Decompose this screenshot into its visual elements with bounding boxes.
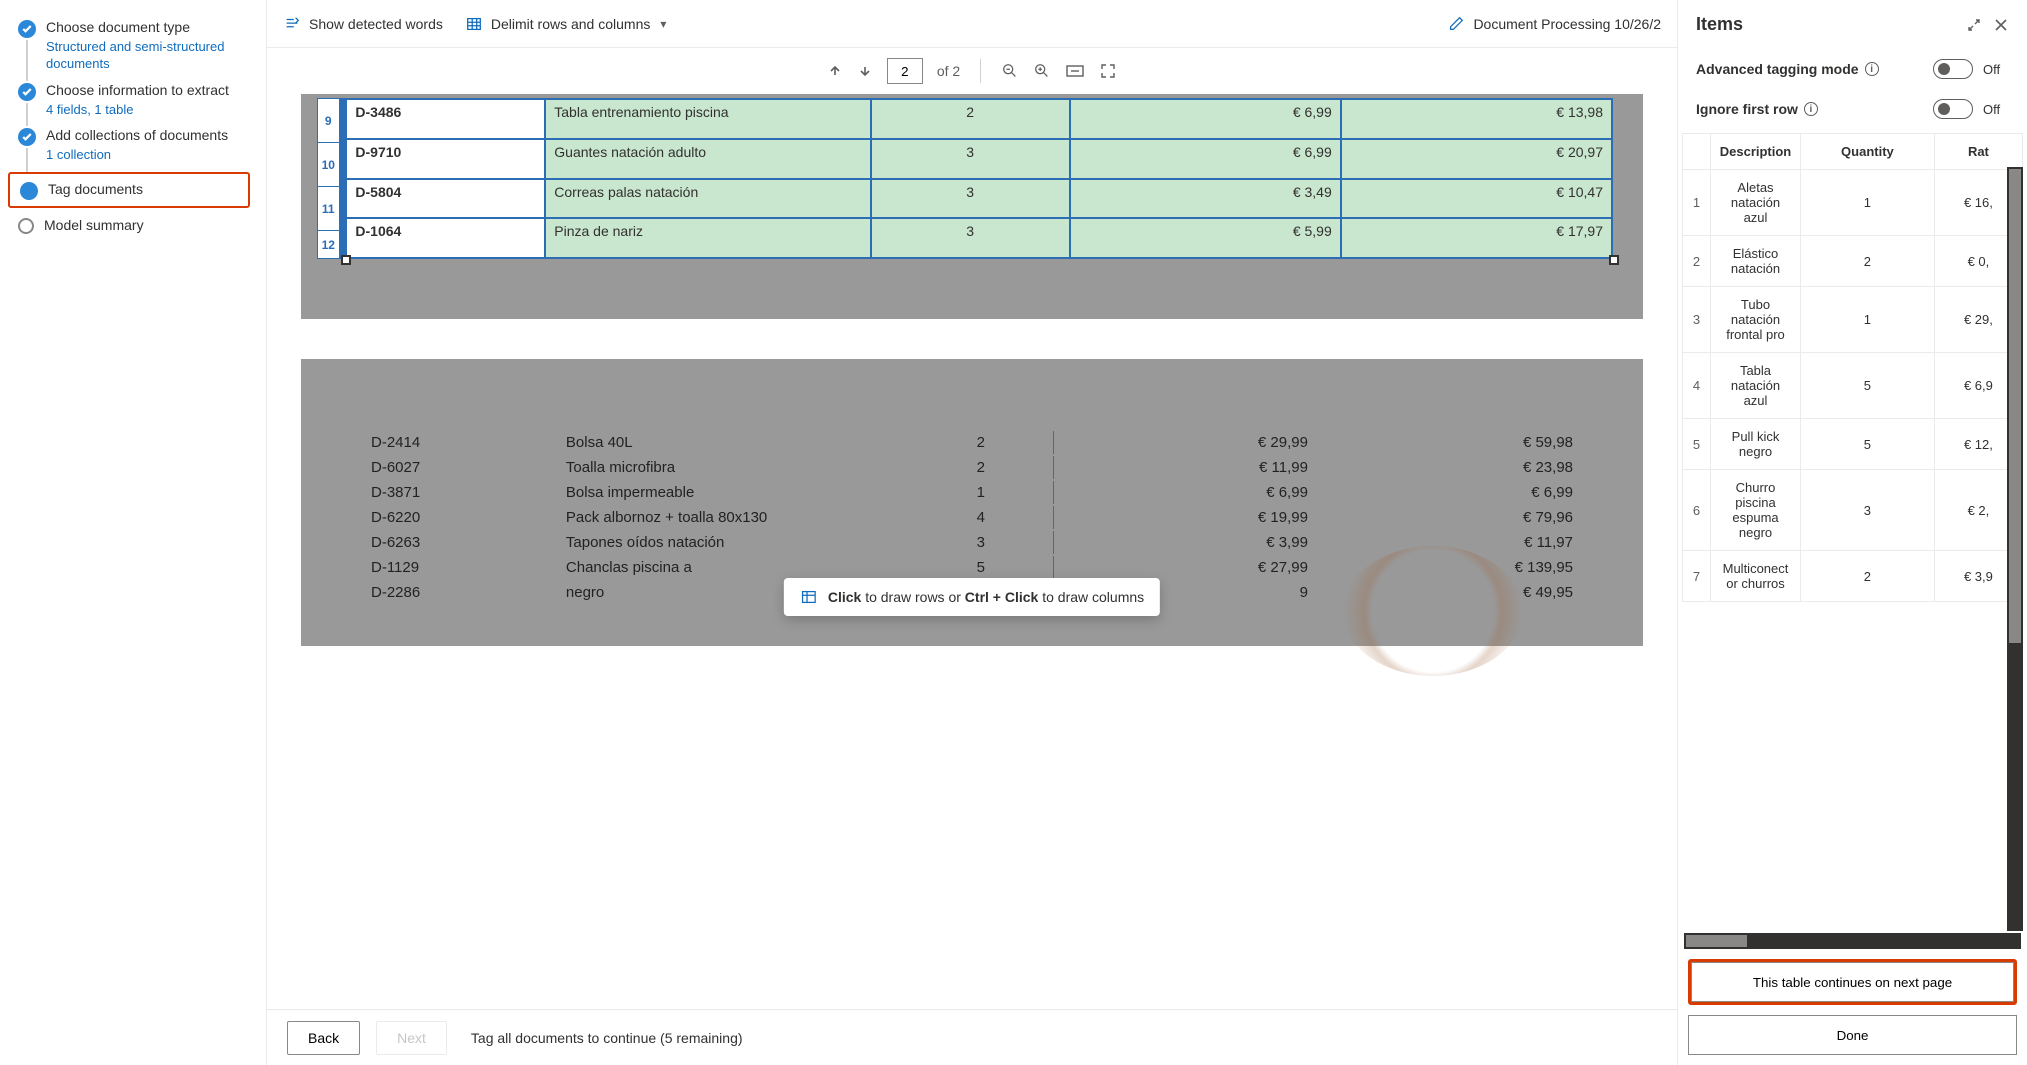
future-step-icon [18, 218, 34, 234]
table-row[interactable]: D-5804 Correas palas natación 3 € 3,49 €… [346, 179, 1612, 219]
ignore-first-row-toggle[interactable] [1933, 99, 1973, 119]
table-row[interactable]: D-2414 Bolsa 40L 2 € 29,99 € 59,98 [363, 431, 1581, 454]
table-row[interactable]: 3Tubo natación frontal pro1€ 29, [1683, 287, 2023, 353]
col-rate[interactable]: Rat [1934, 134, 2022, 170]
wizard-step-2-sub: 4 fields, 1 table [46, 102, 229, 119]
tagged-table[interactable]: D-3486 Tabla entrenamiento piscina 2 € 6… [345, 98, 1613, 259]
center-panel: Show detected words Delimit rows and col… [266, 0, 1677, 1065]
wizard-step-5-title: Model summary [44, 216, 144, 235]
table-icon [465, 15, 483, 33]
table-continues-button[interactable]: This table continues on next page [1691, 962, 2014, 1002]
page-down-button[interactable] [857, 63, 873, 79]
table-row[interactable]: D-3871 Bolsa impermeable 1 € 6,99 € 6,99 [363, 481, 1581, 504]
resize-handle-br[interactable] [1609, 255, 1619, 265]
info-icon[interactable]: i [1865, 62, 1879, 76]
vertical-scrollbar[interactable] [2007, 167, 2023, 931]
page-of-label: of 2 [937, 63, 960, 79]
show-detected-words-button[interactable]: Show detected words [283, 15, 443, 33]
wizard-step-1-title: Choose document type [46, 18, 256, 37]
ignore-first-row-toggle-row: Ignore first rowi Off [1678, 89, 2027, 129]
drawing-hint-tooltip: Click to draw rows or Ctrl + Click to dr… [784, 578, 1160, 616]
toolbar: Show detected words Delimit rows and col… [267, 0, 1677, 48]
row-number: 9 [318, 99, 340, 143]
back-button[interactable]: Back [287, 1021, 360, 1055]
right-panel-title: Items [1696, 14, 1955, 35]
check-icon [18, 20, 36, 38]
app-root: Choose document type Structured and semi… [0, 0, 2027, 1065]
table-row[interactable]: D-9710 Guantes natación adulto 3 € 6,99 … [346, 139, 1612, 179]
table-row[interactable]: D-6027 Toalla microfibra 2 € 11,99 € 23,… [363, 456, 1581, 479]
close-icon[interactable] [1993, 17, 2009, 33]
document-name-edit[interactable]: Document Processing 10/26/2 [1447, 15, 1661, 33]
row-number: 12 [318, 231, 340, 259]
wizard-step-2[interactable]: Choose information to extract 4 fields, … [18, 81, 256, 119]
wizard-step-3-sub: 1 collection [46, 147, 228, 164]
horizontal-scrollbar[interactable] [1684, 933, 2021, 949]
wizard-step-2-title: Choose information to extract [46, 81, 229, 100]
current-step-icon [20, 182, 38, 200]
check-icon [18, 83, 36, 101]
page-number-input[interactable] [887, 58, 923, 84]
col-quantity[interactable]: Quantity [1801, 134, 1935, 170]
zoom-out-button[interactable] [1001, 62, 1019, 80]
chevron-down-icon: ▾ [660, 17, 666, 31]
wizard-sidebar: Choose document type Structured and semi… [0, 0, 266, 1065]
pencil-icon [1447, 15, 1465, 33]
table-row[interactable]: 2Elástico natación2€ 0, [1683, 236, 2023, 287]
items-table-wrap: Description Quantity Rat 1Aletas natació… [1682, 133, 2023, 949]
continue-next-page-highlight: This table continues on next page [1688, 959, 2017, 1005]
expand-icon[interactable] [1965, 16, 1983, 34]
table-row[interactable]: 1Aletas natación azul1€ 16, [1683, 170, 2023, 236]
table-row[interactable]: D-1064 Pinza de nariz 3 € 5,99 € 17,97 [346, 218, 1612, 258]
wizard-step-5[interactable]: Model summary [18, 216, 256, 235]
advanced-tagging-toggle-row: Advanced tagging modei Off [1678, 49, 2027, 89]
row-number: 11 [318, 187, 340, 231]
coffee-stain-decoration [1343, 546, 1523, 676]
table-row[interactable]: D-6220 Pack albornoz + toalla 80x130 4 €… [363, 506, 1581, 529]
pager: of 2 [267, 48, 1677, 94]
bottom-bar: Back Next Tag all documents to continue … [267, 1009, 1677, 1065]
items-table-scroll[interactable]: Description Quantity Rat 1Aletas natació… [1682, 133, 2023, 931]
table-row[interactable]: 6Churro piscina espuma negro3€ 2, [1683, 470, 2023, 551]
wizard-step-3-title: Add collections of documents [46, 126, 228, 145]
table-draw-icon [800, 588, 818, 606]
row-number-column: 9101112 [317, 98, 340, 259]
resize-handle-bl[interactable] [341, 255, 351, 265]
right-panel-header: Items [1678, 0, 2027, 49]
bottom-bar-message: Tag all documents to continue (5 remaini… [471, 1030, 743, 1046]
delimit-rows-columns-button[interactable]: Delimit rows and columns ▾ [465, 15, 667, 33]
row-number: 10 [318, 143, 340, 187]
wizard-step-4[interactable]: Tag documents [8, 172, 250, 208]
col-description[interactable]: Description [1711, 134, 1801, 170]
next-button: Next [376, 1021, 447, 1055]
wizard-step-4-title: Tag documents [48, 180, 143, 199]
page-1: 9101112 D-3486 Tabla entrenamiento pisci… [301, 94, 1643, 319]
wizard-step-3[interactable]: Add collections of documents 1 collectio… [18, 126, 256, 164]
wizard-step-1[interactable]: Choose document type Structured and semi… [18, 18, 256, 73]
table-row[interactable]: D-3486 Tabla entrenamiento piscina 2 € 6… [346, 99, 1612, 139]
page-2: D-2414 Bolsa 40L 2 € 29,99 € 59,98D-6027… [301, 359, 1643, 646]
check-icon [18, 128, 36, 146]
items-table: Description Quantity Rat 1Aletas natació… [1682, 133, 2023, 602]
table-row[interactable]: 5Pull kick negro5€ 12, [1683, 419, 2023, 470]
wizard-step-1-sub: Structured and semi-structured documents [46, 39, 256, 73]
table-row[interactable]: 7Multiconect or churros2€ 3,9 [1683, 551, 2023, 602]
table-row[interactable]: 4Tabla natación azul5€ 6,9 [1683, 353, 2023, 419]
text-detection-icon [283, 15, 301, 33]
zoom-in-button[interactable] [1033, 62, 1051, 80]
document-area[interactable]: 9101112 D-3486 Tabla entrenamiento pisci… [267, 94, 1677, 1009]
page-up-button[interactable] [827, 63, 843, 79]
right-panel: Items Advanced tagging modei Off Ignore … [1677, 0, 2027, 1065]
fit-width-button[interactable] [1065, 63, 1085, 79]
done-button[interactable]: Done [1688, 1015, 2017, 1055]
info-icon[interactable]: i [1804, 102, 1818, 116]
fit-page-button[interactable] [1099, 62, 1117, 80]
advanced-tagging-toggle[interactable] [1933, 59, 1973, 79]
